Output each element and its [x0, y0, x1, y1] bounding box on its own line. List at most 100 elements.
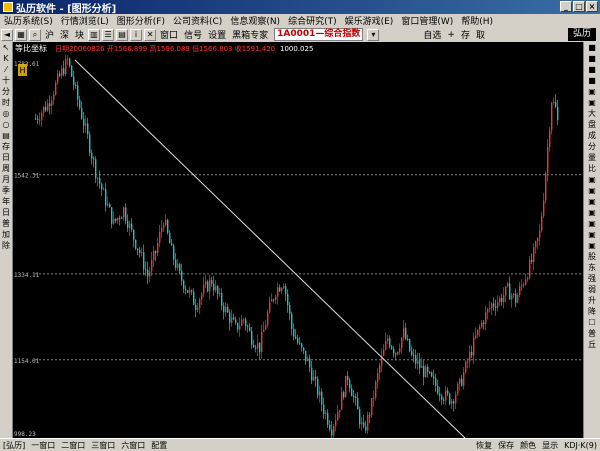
- right-tool-0[interactable]: ■: [584, 42, 600, 53]
- list-icon[interactable]: ☰: [102, 28, 115, 41]
- status-left: [弘历]: [3, 440, 26, 450]
- menu-chart-analysis[interactable]: 图形分析(F): [113, 14, 169, 27]
- toolbar-load[interactable]: 取: [473, 28, 488, 41]
- toolbar-block[interactable]: 块: [72, 28, 87, 41]
- left-tool-1[interactable]: K: [0, 53, 12, 64]
- right-tool-5[interactable]: ▣: [584, 97, 600, 108]
- toolbar-window[interactable]: 窗口: [157, 28, 181, 41]
- right-tool-22[interactable]: 弱: [584, 284, 600, 295]
- toolbar-watchlist[interactable]: 自选: [420, 28, 444, 41]
- candle-body: [379, 365, 381, 374]
- candle-body: [83, 118, 85, 126]
- candle-body: [273, 299, 275, 301]
- menu-window[interactable]: 窗口管理(W): [397, 14, 457, 27]
- right-tool-23[interactable]: 升: [584, 295, 600, 306]
- left-tool-11[interactable]: 周: [0, 163, 12, 174]
- left-tool-8[interactable]: ▤: [0, 130, 12, 141]
- toolbar-sh[interactable]: 沪: [42, 28, 57, 41]
- display-button[interactable]: 显示: [539, 440, 561, 451]
- left-tool-4[interactable]: 分: [0, 86, 12, 97]
- right-tool-19[interactable]: 股: [584, 251, 600, 262]
- indicator-label: 等比坐标: [15, 43, 47, 53]
- window-1-button[interactable]: 一窗口: [28, 440, 58, 451]
- right-tool-18[interactable]: ▣: [584, 240, 600, 251]
- left-tool-5[interactable]: 时: [0, 97, 12, 108]
- left-tool-15[interactable]: 日: [0, 207, 12, 218]
- save-button[interactable]: 保存: [495, 440, 517, 451]
- menu-help[interactable]: 帮助(H): [457, 14, 497, 27]
- left-tool-0[interactable]: ↖: [0, 42, 12, 53]
- left-tool-6[interactable]: ◎: [0, 108, 12, 119]
- candle-body: [265, 325, 267, 330]
- dropdown-icon[interactable]: ▾: [367, 28, 380, 41]
- window-2-button[interactable]: 二窗口: [58, 440, 88, 451]
- left-tool-14[interactable]: 年: [0, 196, 12, 207]
- menu-system[interactable]: 弘历系统(S): [0, 14, 57, 27]
- toolbar-save[interactable]: 存: [458, 28, 473, 41]
- left-tool-9[interactable]: 存: [0, 141, 12, 152]
- right-tool-1[interactable]: ■: [584, 53, 600, 64]
- toolbar-add[interactable]: +: [444, 30, 458, 40]
- right-tool-6[interactable]: 大: [584, 108, 600, 119]
- left-tool-12[interactable]: 月: [0, 174, 12, 185]
- close-button[interactable]: ×: [586, 1, 598, 12]
- left-tool-7[interactable]: ○: [0, 119, 12, 130]
- window-6-button[interactable]: 六窗口: [118, 440, 148, 451]
- candle-body: [293, 328, 295, 337]
- restore-button[interactable]: 恢复: [473, 440, 495, 451]
- right-tool-24[interactable]: 降: [584, 306, 600, 317]
- right-tool-12[interactable]: ▣: [584, 174, 600, 185]
- window-3-button[interactable]: 三窗口: [88, 440, 118, 451]
- right-tool-9[interactable]: 分: [584, 141, 600, 152]
- minimize-button[interactable]: _: [560, 1, 572, 12]
- right-tool-7[interactable]: 盘: [584, 119, 600, 130]
- info-icon[interactable]: i: [130, 28, 143, 41]
- right-tool-2[interactable]: ■: [584, 64, 600, 75]
- right-tool-25[interactable]: ☐: [584, 317, 600, 328]
- menu-games[interactable]: 娱乐游戏(E): [341, 14, 398, 27]
- maximize-button[interactable]: □: [573, 1, 585, 12]
- right-tool-20[interactable]: 东: [584, 262, 600, 273]
- right-tool-3[interactable]: ■: [584, 75, 600, 86]
- left-tool-10[interactable]: 日: [0, 152, 12, 163]
- search-icon[interactable]: ⌕: [29, 28, 41, 41]
- toolbar-expert[interactable]: 黑箱专家: [229, 28, 271, 41]
- chart-icon[interactable]: ▥: [88, 28, 101, 41]
- toolbar-signal[interactable]: 信号: [181, 28, 205, 41]
- right-tool-14[interactable]: ▣: [584, 196, 600, 207]
- grid-icon[interactable]: ▦: [15, 28, 27, 41]
- candle-body: [157, 242, 159, 253]
- left-tool-3[interactable]: 十: [0, 75, 12, 86]
- config-button[interactable]: 配置: [148, 440, 170, 451]
- stock-code-field[interactable]: 1A0001—综合指数: [274, 28, 364, 41]
- toolbar-sz[interactable]: 深: [57, 28, 72, 41]
- menu-company[interactable]: 公司资料(C): [169, 14, 226, 27]
- trend-line[interactable]: [74, 59, 466, 439]
- menu-quotes[interactable]: 行情浏览(L): [57, 14, 113, 27]
- right-tool-4[interactable]: ▣: [584, 86, 600, 97]
- close-panel-icon[interactable]: ✕: [144, 28, 157, 41]
- back-icon[interactable]: ◄: [1, 28, 13, 41]
- color-button[interactable]: 颜色: [517, 440, 539, 451]
- toolbar-settings[interactable]: 设置: [205, 28, 229, 41]
- left-tool-13[interactable]: 季: [0, 185, 12, 196]
- right-tool-15[interactable]: ▣: [584, 207, 600, 218]
- candle-body: [539, 230, 541, 238]
- right-tool-11[interactable]: 比: [584, 163, 600, 174]
- left-tool-18[interactable]: 除: [0, 240, 12, 251]
- menu-info[interactable]: 信息观察(N): [226, 14, 284, 27]
- right-tool-21[interactable]: 强: [584, 273, 600, 284]
- left-tool-2[interactable]: ⁄: [0, 64, 12, 75]
- left-tool-16[interactable]: 普: [0, 218, 12, 229]
- table-icon[interactable]: ▤: [116, 28, 129, 41]
- right-tool-17[interactable]: ▣: [584, 229, 600, 240]
- menu-research[interactable]: 综合研究(T): [284, 14, 341, 27]
- right-tool-8[interactable]: 成: [584, 130, 600, 141]
- left-tool-17[interactable]: 加: [0, 229, 12, 240]
- right-tool-27[interactable]: 丘: [584, 339, 600, 350]
- right-tool-16[interactable]: ▣: [584, 218, 600, 229]
- right-tool-26[interactable]: 普: [584, 328, 600, 339]
- right-tool-13[interactable]: ▣: [584, 185, 600, 196]
- kline-chart[interactable]: 等比坐标 日期20060826 开1566.899 高1596.089 低156…: [13, 42, 584, 444]
- right-tool-10[interactable]: 量: [584, 152, 600, 163]
